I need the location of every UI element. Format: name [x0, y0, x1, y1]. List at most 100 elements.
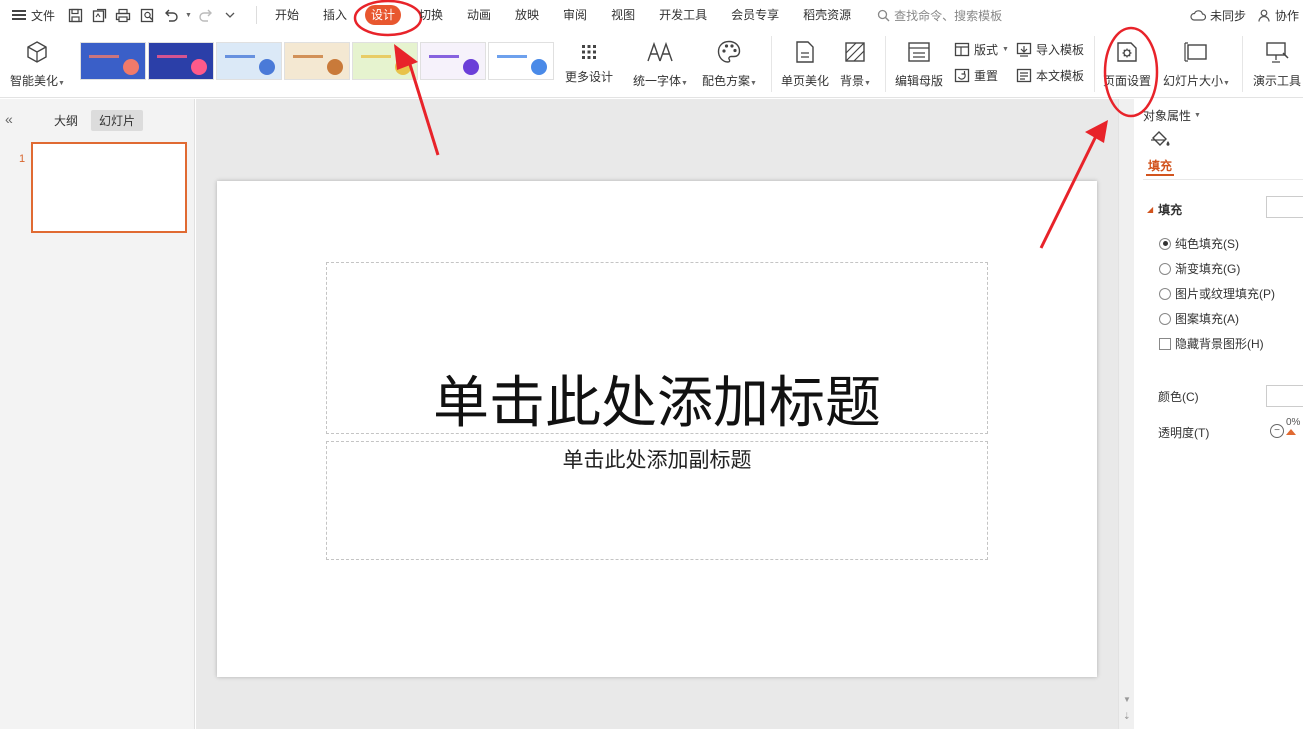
ribbon-divider [771, 36, 772, 92]
radio-button[interactable] [1159, 237, 1171, 250]
ribbon-tabs: 开始 插入 设计 切换 动画 放映 审阅 视图 开发工具 会员专享 稻壳资源 [263, 0, 863, 30]
radio-picture-texture-fill[interactable]: 图片或纹理填充(P) [1159, 285, 1275, 302]
unify-font-button[interactable]: 统一字体▼ [633, 38, 688, 89]
tab-home[interactable]: 开始 [263, 0, 311, 30]
radio-gradient-fill[interactable]: 渐变填充(G) [1159, 260, 1240, 277]
radio-button[interactable] [1159, 312, 1171, 325]
slide-thumbnail[interactable] [31, 142, 187, 233]
design-template-thumb[interactable] [488, 42, 554, 80]
tab-membership[interactable]: 会员专享 [719, 0, 791, 30]
design-template-thumb[interactable] [420, 42, 486, 80]
presentation-tools-label: 演示工具 [1253, 74, 1302, 88]
sync-status-button[interactable]: 未同步 [1190, 7, 1246, 24]
title-placeholder-text: 单击此处添加标题 [433, 371, 881, 436]
design-template-thumb[interactable] [284, 42, 350, 80]
color-scheme-button[interactable]: 配色方案▼ [702, 38, 757, 89]
template-accent-shape [327, 59, 343, 75]
radio-button[interactable] [1159, 262, 1171, 275]
redo-icon[interactable] [196, 5, 216, 25]
collaborate-button[interactable]: 协作 [1258, 7, 1299, 24]
tab-fill[interactable]: 填充 [1148, 157, 1172, 174]
page-setup-button[interactable]: 页面设置 [1103, 38, 1151, 89]
tab-docer-resources[interactable]: 稻壳资源 [791, 0, 863, 30]
decrease-transparency-button[interactable]: − [1270, 424, 1284, 438]
fill-section-header[interactable]: ◢ 填充 [1147, 201, 1182, 218]
color-scheme-label: 配色方案 [702, 74, 751, 88]
layout-button[interactable]: 版式 ▼ [954, 41, 1009, 58]
object-properties-label: 对象属性 [1143, 109, 1192, 123]
save-icon[interactable] [65, 5, 85, 25]
undo-dropdown-icon[interactable]: ▼ [185, 12, 192, 19]
next-page-icon[interactable]: ⇣ [1123, 711, 1131, 722]
background-button[interactable]: 背景▼ [840, 38, 871, 89]
text-template-label: 本文模板 [1036, 69, 1085, 83]
design-template-thumb[interactable] [148, 42, 214, 80]
collapse-panel-icon[interactable]: « [5, 111, 13, 127]
tab-design[interactable]: 设计 [359, 0, 407, 30]
template-accent-shape [123, 59, 139, 75]
scroll-down-icon[interactable]: ▼ [1123, 695, 1131, 704]
background-label: 背景 [840, 74, 865, 88]
tab-slides[interactable]: 幻灯片 [91, 110, 144, 131]
import-template-label: 导入模板 [1036, 43, 1085, 57]
radio-button[interactable] [1159, 287, 1171, 300]
print-preview-icon[interactable] [137, 5, 157, 25]
print-icon[interactable] [113, 5, 133, 25]
tab-insert[interactable]: 插入 [311, 0, 359, 30]
tab-review[interactable]: 审阅 [551, 0, 599, 30]
quick-access-toolbar: ▼ [65, 0, 250, 30]
more-design-button[interactable]: 更多设计 [565, 38, 613, 85]
import-template-button[interactable]: 导入模板 [1016, 41, 1084, 58]
color-label: 颜色(C) [1158, 390, 1199, 404]
object-properties-dropdown[interactable]: 对象属性 ▼ [1143, 107, 1201, 124]
cloud-sync-icon [1190, 9, 1206, 21]
reset-button[interactable]: 重置 [954, 67, 998, 84]
hide-background-label: 隐藏背景图形(H) [1175, 337, 1264, 351]
file-menu-label: 文件 [31, 8, 56, 23]
slide-editing-area: 单击此处添加标题 单击此处添加副标题 [196, 99, 1118, 729]
file-menu-button[interactable]: 文件 [0, 0, 65, 30]
hide-background-checkbox[interactable] [1159, 337, 1171, 350]
tab-slideshow[interactable]: 放映 [503, 0, 551, 30]
customize-toolbar-icon[interactable] [220, 5, 240, 25]
radio-solid-fill[interactable]: 纯色填充(S) [1159, 235, 1239, 252]
tab-transitions[interactable]: 切换 [407, 0, 455, 30]
transparency-slider-thumb[interactable] [1286, 429, 1296, 435]
template-title-bar [429, 55, 459, 58]
divider [255, 6, 257, 24]
subtitle-placeholder[interactable]: 单击此处添加副标题 [326, 441, 988, 560]
smart-beautify-button[interactable]: 智能美化▼ [10, 38, 65, 89]
vertical-scrollbar[interactable]: ▼ ⇣ [1118, 99, 1134, 729]
page-icon [795, 38, 815, 66]
reset-icon [954, 68, 970, 83]
slide-size-button[interactable]: 幻灯片大小▼ [1163, 38, 1230, 89]
export-pdf-icon[interactable] [89, 5, 109, 25]
presentation-tools-icon [1264, 38, 1290, 66]
menubar-right: 未同步 协作 [1190, 0, 1303, 30]
command-search[interactable]: 查找命令、搜索模板 [877, 7, 1002, 24]
tab-animations[interactable]: 动画 [455, 0, 503, 30]
layout-icon [954, 42, 970, 57]
tab-developer[interactable]: 开发工具 [647, 0, 719, 30]
presentation-tools-button[interactable]: 演示工具 [1253, 38, 1301, 89]
edit-master-button[interactable]: 编辑母版 [895, 38, 943, 89]
undo-icon[interactable] [161, 5, 181, 25]
slide-canvas[interactable]: 单击此处添加标题 单击此处添加副标题 [217, 181, 1097, 677]
design-template-thumb[interactable] [216, 42, 282, 80]
title-placeholder[interactable]: 单击此处添加标题 [326, 262, 988, 436]
template-title-bar [225, 55, 255, 58]
text-template-button[interactable]: 本文模板 [1016, 67, 1084, 84]
fill-preview-box[interactable] [1266, 196, 1303, 218]
design-template-thumb[interactable] [352, 42, 418, 80]
tab-outline[interactable]: 大纲 [46, 110, 86, 131]
design-template-thumb[interactable] [80, 42, 146, 80]
tab-view[interactable]: 视图 [599, 0, 647, 30]
slide-size-label: 幻灯片大小 [1163, 74, 1224, 88]
paint-bucket-icon[interactable] [1149, 129, 1171, 152]
color-picker-box[interactable] [1266, 385, 1303, 407]
slide-size-icon [1183, 38, 1209, 66]
single-page-beautify-button[interactable]: 单页美化 [781, 38, 829, 89]
page-setup-label: 页面设置 [1103, 74, 1152, 88]
hide-background-checkbox-row[interactable]: 隐藏背景图形(H) [1159, 335, 1264, 352]
radio-pattern-fill[interactable]: 图案填充(A) [1159, 310, 1239, 327]
